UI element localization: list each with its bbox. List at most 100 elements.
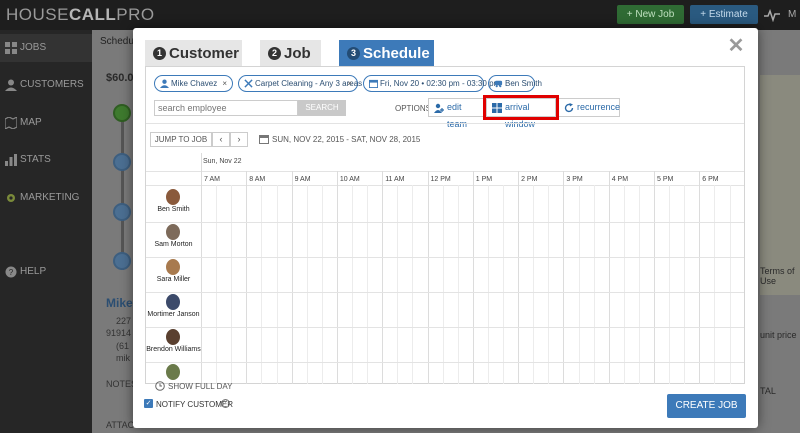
grid-line <box>216 185 218 384</box>
grid-line <box>231 185 233 384</box>
hour-label: 8 AM <box>249 176 266 183</box>
tab-customer[interactable]: 1 Customer <box>145 40 242 67</box>
hour-label: 9 AM <box>294 176 311 183</box>
chip-customer[interactable]: Mike Chavez × <box>154 75 233 92</box>
employee-row[interactable]: Sam Morton <box>146 222 201 257</box>
employee-row[interactable]: Brendon Williams <box>146 327 201 362</box>
create-job-button[interactable]: CREATE JOB <box>667 394 746 418</box>
grid-line <box>201 153 202 384</box>
hour-label: 11 AM <box>385 176 405 183</box>
car-icon <box>494 80 503 88</box>
hour-label: 10 AM <box>339 176 360 183</box>
hour-label: 5 PM <box>657 176 674 183</box>
tools-icon <box>244 79 253 88</box>
grid-line <box>472 171 474 384</box>
sidebar-item-customers[interactable]: CUSTOMERS <box>0 71 92 99</box>
chip-job[interactable]: Carpet Cleaning - Any 3 areas × <box>238 75 362 92</box>
employee-name: Sara Miller <box>156 276 191 283</box>
sidebar-item-map[interactable]: MAP <box>0 109 92 137</box>
remove-icon[interactable]: × <box>347 76 352 91</box>
grid-line <box>367 185 369 384</box>
grid-line <box>146 327 744 328</box>
tab-schedule[interactable]: 3 Schedule <box>339 40 434 67</box>
grid-line <box>321 185 323 384</box>
grid-line <box>146 362 744 363</box>
clock-icon <box>155 381 165 391</box>
grid-line <box>638 185 640 384</box>
notify-customer-checkbox[interactable]: ✓ <box>144 399 153 408</box>
sidebar-item-label: STATS <box>20 154 51 165</box>
annotation-highlight-box <box>483 95 559 120</box>
grid-line <box>146 222 744 223</box>
show-full-day-link[interactable]: SHOW FULL DAY <box>168 382 232 391</box>
new-job-button[interactable]: + New Job <box>617 5 684 24</box>
bg-unit-price: unit price <box>760 330 797 340</box>
sidebar-item-label: MARKETING <box>20 192 80 203</box>
search-employee-input[interactable] <box>154 100 298 116</box>
chip-label: Fri, Nov 20 • 02:30 pm - 03:30 pm <box>380 79 501 88</box>
schedule-grid[interactable]: Sun, Nov 22 7 AM 8 AM 9 AM 10 AM 11 AM 12 PM 1… <box>146 153 744 384</box>
grid-line <box>669 185 671 384</box>
avatar <box>166 224 180 240</box>
hour-label: 4 PM <box>611 176 629 183</box>
bg-email: mik <box>116 353 130 363</box>
jump-to-job-button[interactable]: JUMP TO JOB <box>150 132 212 147</box>
prev-week-button[interactable]: ‹ <box>212 132 230 147</box>
edit-team-button[interactable]: edit team <box>428 98 484 129</box>
chip-label: Mike Chavez <box>171 79 218 88</box>
grid-line <box>276 185 278 384</box>
remove-icon[interactable]: × <box>222 76 227 91</box>
activity-icon[interactable] <box>764 8 780 22</box>
bg-phone: (61 <box>116 341 130 351</box>
user-icon <box>160 79 169 88</box>
bg-total: TAL <box>760 386 776 396</box>
chip-label: Carpet Cleaning - Any 3 areas <box>255 79 363 88</box>
grid-line <box>146 292 744 293</box>
help-icon[interactable]: ? <box>221 399 230 408</box>
step-number: 1 <box>153 47 166 60</box>
search-button[interactable]: SEARCH <box>298 100 346 116</box>
bg-attachments: ATTAC <box>106 420 135 430</box>
chip-employee[interactable]: Ben Smith <box>488 75 542 92</box>
sidebar-item-jobs[interactable]: JOBS <box>0 34 92 62</box>
close-icon[interactable]: ✕ <box>727 36 745 56</box>
tab-label: Schedule <box>363 45 430 62</box>
sidebar-item-stats[interactable]: STATS <box>0 146 92 174</box>
bg-terms: Terms of Use <box>760 266 795 286</box>
employee-name: Mortimer Janson <box>147 311 200 318</box>
grid-line <box>427 171 429 384</box>
avatar <box>166 189 180 205</box>
sidebar-item-label: JOBS <box>20 42 47 53</box>
sidebar-item-marketing[interactable]: MARKETING <box>0 184 92 212</box>
chip-schedule-time[interactable]: Fri, Nov 20 • 02:30 pm - 03:30 pm <box>363 75 500 92</box>
team-icon <box>434 103 444 113</box>
grid-line <box>593 185 595 384</box>
employee-row[interactable]: Ben Smith <box>146 187 201 222</box>
employee-row[interactable]: Sara Miller <box>146 257 201 292</box>
grid-line <box>487 185 489 384</box>
avatar <box>166 329 180 345</box>
app-logo[interactable]: HOUSECALLPRO <box>6 5 155 25</box>
employee-name: Brendon Williams <box>146 346 201 353</box>
bar-chart-icon <box>5 154 17 166</box>
recurrence-button[interactable]: recurrence <box>558 98 620 117</box>
grid-line <box>291 171 293 384</box>
hour-label: 7 AM <box>204 176 220 183</box>
top-bar: HOUSECALLPRO + New Job + Estimate M <box>0 0 800 30</box>
bg-map <box>760 75 800 295</box>
employee-row[interactable]: Mortimer Janson <box>146 292 201 327</box>
bg-customer-name: Mike <box>106 296 133 310</box>
next-week-button[interactable]: › <box>230 132 248 147</box>
sidebar-item-help[interactable]: ? HELP <box>0 258 92 286</box>
employee-name: Sam Morton <box>154 241 193 248</box>
tab-label: Customer <box>169 45 240 62</box>
schedule-panel: Mike Chavez × Carpet Cleaning - Any 3 ar… <box>145 66 745 384</box>
grid-line <box>336 171 338 384</box>
user-menu[interactable]: M <box>788 9 796 20</box>
grid-line <box>261 185 263 384</box>
tab-job[interactable]: 2 Job <box>260 40 321 67</box>
new-estimate-button[interactable]: + Estimate <box>690 5 758 24</box>
map-icon <box>5 117 17 129</box>
bg-step-icon <box>113 252 131 270</box>
gear-icon <box>7 194 15 202</box>
